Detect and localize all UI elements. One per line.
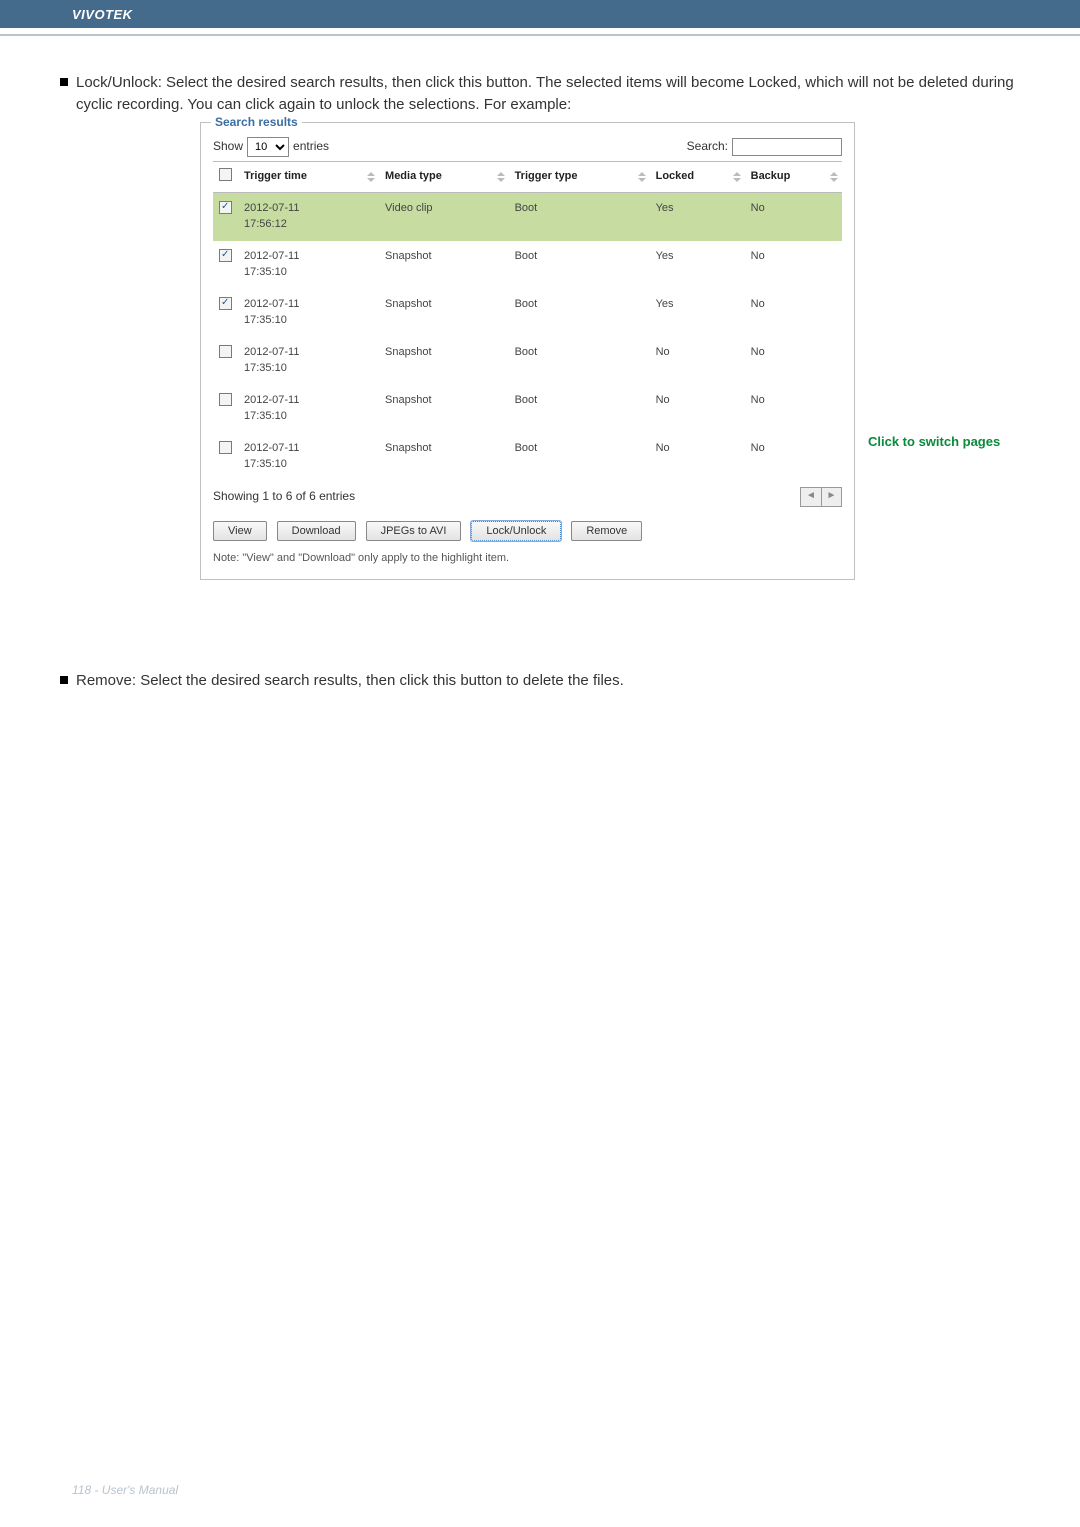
sort-icon — [638, 172, 646, 182]
search-results-panel: Search results Show 10 entries Search: T… — [200, 122, 855, 580]
pager: ◄ ► — [800, 487, 842, 507]
pager-next-button[interactable]: ► — [821, 488, 841, 506]
remove-button[interactable]: Remove — [571, 521, 642, 541]
col-header-trigger-type[interactable]: Trigger type — [509, 161, 650, 193]
row-checkbox[interactable] — [219, 201, 232, 214]
cell-media-type: Video clip — [379, 193, 509, 241]
cell-backup: No — [745, 241, 842, 289]
cell-trigger-time: 2012-07-1117:35:10 — [238, 289, 379, 337]
search-input[interactable] — [732, 138, 842, 156]
cell-locked: No — [650, 433, 745, 481]
show-label-pre: Show — [213, 138, 243, 155]
row-checkbox[interactable] — [219, 393, 232, 406]
cell-backup: No — [745, 385, 842, 433]
paragraph-text: Lock/Unlock: Select the desired search r… — [76, 72, 1020, 116]
col-label: Locked — [656, 170, 695, 182]
lock-unlock-button[interactable]: Lock/Unlock — [471, 521, 561, 541]
sort-icon — [497, 172, 505, 182]
paragraph-text: Remove: Select the desired search result… — [76, 670, 1020, 692]
cell-locked: No — [650, 385, 745, 433]
cell-media-type: Snapshot — [379, 289, 509, 337]
sort-icon — [733, 172, 741, 182]
col-header-checkbox[interactable] — [213, 161, 238, 193]
row-checkbox[interactable] — [219, 297, 232, 310]
cell-trigger-type: Boot — [509, 241, 650, 289]
note-text: Note: "View" and "Download" only apply t… — [213, 551, 842, 567]
cell-trigger-time: 2012-07-1117:35:10 — [238, 385, 379, 433]
page-footer: 118 - User's Manual — [72, 1483, 178, 1497]
row-checkbox[interactable] — [219, 249, 232, 262]
paragraph-lock-unlock: Lock/Unlock: Select the desired search r… — [60, 72, 1020, 116]
cell-backup: No — [745, 193, 842, 241]
cell-locked: Yes — [650, 241, 745, 289]
col-header-trigger-time[interactable]: Trigger time — [238, 161, 379, 193]
cell-locked: Yes — [650, 193, 745, 241]
col-label: Trigger time — [244, 170, 307, 182]
sort-icon — [367, 172, 375, 182]
cell-trigger-time: 2012-07-1117:56:12 — [238, 193, 379, 241]
search-control: Search: — [687, 138, 842, 156]
table-row[interactable]: 2012-07-1117:56:12Video clipBootYesNo — [213, 193, 842, 241]
cell-backup: No — [745, 433, 842, 481]
download-button[interactable]: Download — [277, 521, 356, 541]
table-row[interactable]: 2012-07-1117:35:10SnapshotBootYesNo — [213, 289, 842, 337]
paragraph-remove: Remove: Select the desired search result… — [60, 670, 1020, 692]
table-row[interactable]: 2012-07-1117:35:10SnapshotBootNoNo — [213, 337, 842, 385]
row-checkbox[interactable] — [219, 441, 232, 454]
cell-trigger-type: Boot — [509, 193, 650, 241]
table-row[interactable]: 2012-07-1117:35:10SnapshotBootNoNo — [213, 385, 842, 433]
view-button[interactable]: View — [213, 521, 267, 541]
cell-trigger-time: 2012-07-1117:35:10 — [238, 337, 379, 385]
cell-backup: No — [745, 337, 842, 385]
jpegs-to-avi-button[interactable]: JPEGs to AVI — [366, 521, 462, 541]
cell-backup: No — [745, 289, 842, 337]
results-table: Trigger time Media type Trigger type Loc… — [213, 161, 842, 481]
cell-trigger-time: 2012-07-1117:35:10 — [238, 241, 379, 289]
col-header-locked[interactable]: Locked — [650, 161, 745, 193]
col-header-backup[interactable]: Backup — [745, 161, 842, 193]
header-bar: VIVOTEK — [0, 0, 1080, 28]
col-label: Media type — [385, 170, 442, 182]
sort-icon — [830, 172, 838, 182]
table-row[interactable]: 2012-07-1117:35:10SnapshotBootNoNo — [213, 433, 842, 481]
cell-media-type: Snapshot — [379, 241, 509, 289]
cell-trigger-time: 2012-07-1117:35:10 — [238, 433, 379, 481]
cell-media-type: Snapshot — [379, 385, 509, 433]
cell-trigger-type: Boot — [509, 289, 650, 337]
col-label: Trigger type — [515, 170, 578, 182]
panel-legend: Search results — [211, 114, 302, 131]
click-to-switch-pages-label: Click to switch pages — [868, 434, 1008, 451]
col-label: Backup — [751, 170, 791, 182]
cell-locked: Yes — [650, 289, 745, 337]
pager-prev-button[interactable]: ◄ — [801, 488, 821, 506]
show-entries-control: Show 10 entries — [213, 137, 329, 157]
table-row[interactable]: 2012-07-1117:35:10SnapshotBootYesNo — [213, 241, 842, 289]
show-label-post: entries — [293, 138, 329, 155]
show-entries-select[interactable]: 10 — [247, 137, 289, 157]
search-label: Search: — [687, 138, 728, 155]
cell-media-type: Snapshot — [379, 433, 509, 481]
table-header-row: Trigger time Media type Trigger type Loc… — [213, 161, 842, 193]
brand-label: VIVOTEK — [72, 7, 133, 22]
cell-trigger-type: Boot — [509, 433, 650, 481]
cell-media-type: Snapshot — [379, 337, 509, 385]
bullet-icon — [60, 78, 68, 86]
row-checkbox[interactable] — [219, 345, 232, 358]
bullet-icon — [60, 676, 68, 684]
header-checkbox[interactable] — [219, 168, 232, 181]
cell-locked: No — [650, 337, 745, 385]
cell-trigger-type: Boot — [509, 337, 650, 385]
col-header-media-type[interactable]: Media type — [379, 161, 509, 193]
cell-trigger-type: Boot — [509, 385, 650, 433]
action-buttons-row: View Download JPEGs to AVI Lock/Unlock R… — [213, 521, 842, 541]
showing-text: Showing 1 to 6 of 6 entries — [213, 488, 355, 505]
